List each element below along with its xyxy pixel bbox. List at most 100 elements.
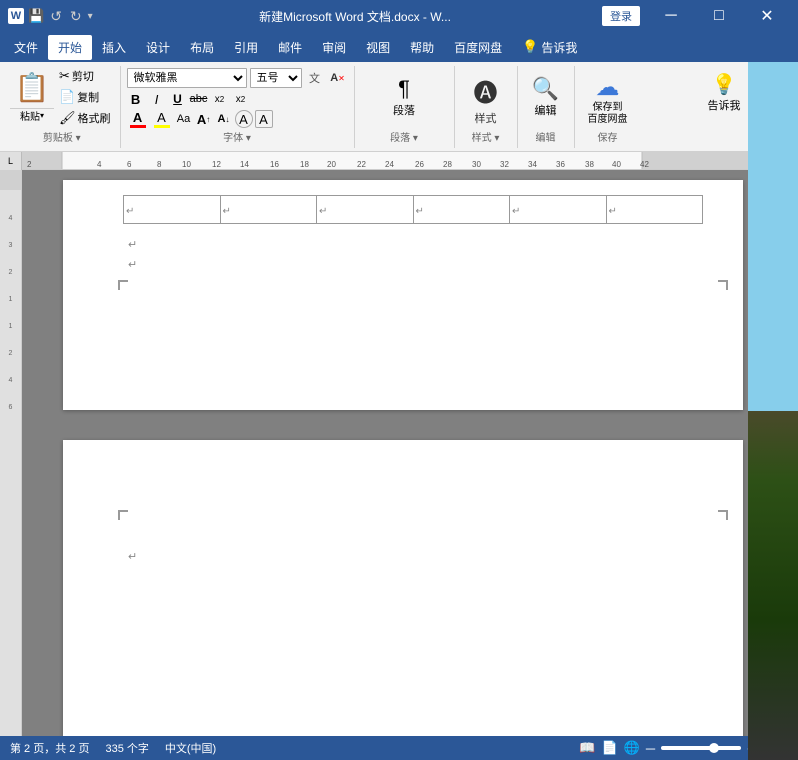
menu-baidu[interactable]: 百度网盘: [444, 35, 512, 60]
wen-icon-btn[interactable]: 文: [305, 68, 325, 88]
zoom-minus-button[interactable]: ─: [646, 741, 655, 756]
format-painter-icon: 🖌: [59, 110, 76, 126]
redo-quick-btn[interactable]: ↻: [68, 8, 84, 25]
table-cell[interactable]: ↵: [413, 196, 510, 224]
char-border-button[interactable]: A: [255, 110, 273, 128]
font-size-decrease-button[interactable]: A↓: [215, 110, 233, 128]
underline-button[interactable]: U: [169, 90, 187, 108]
highlight-button[interactable]: A: [151, 110, 173, 128]
maximize-button[interactable]: □: [696, 0, 742, 32]
table-cell[interactable]: ↵: [317, 196, 414, 224]
font-size-increase-button[interactable]: A↑: [195, 110, 213, 128]
menu-home[interactable]: 开始: [48, 35, 92, 60]
styles-icon: 🅐: [474, 73, 498, 108]
close-button[interactable]: ✕: [744, 0, 790, 32]
menu-mailing[interactable]: 邮件: [268, 35, 312, 60]
editing-label: 编辑: [535, 102, 557, 118]
highlight-icon: A: [157, 110, 166, 125]
save-group-label: 保存: [575, 129, 641, 144]
zoom-slider[interactable]: [661, 746, 741, 750]
table-cell[interactable]: ↵: [606, 196, 703, 224]
superscript-button[interactable]: x2: [232, 90, 250, 108]
page2-para-mark: ↵: [128, 550, 137, 563]
menu-design[interactable]: 设计: [136, 35, 180, 60]
web-view-icon[interactable]: 🌐: [624, 740, 640, 756]
styles-group-label[interactable]: 样式: [455, 129, 517, 144]
window-controls: ─ □ ✕: [648, 0, 790, 32]
paste-arrow-icon: ▾: [40, 111, 44, 120]
undo-quick-btn[interactable]: ↺: [48, 8, 64, 25]
read-view-icon[interactable]: 📖: [579, 740, 595, 756]
minimize-icon: ─: [665, 7, 676, 25]
cut-button[interactable]: ✂ 剪切: [56, 66, 114, 86]
menu-file[interactable]: 文件: [4, 35, 48, 60]
font-color-icon: A: [133, 110, 142, 125]
format-painter-button[interactable]: 🖌 格式刷: [56, 108, 114, 128]
font-size-select[interactable]: 五号: [250, 68, 302, 88]
paste-split-button[interactable]: 📋 粘贴 ▾: [10, 66, 54, 122]
document-scroll[interactable]: ↵ ↵ ↵ ↵ ↵ ↵: [22, 170, 784, 736]
login-button[interactable]: 登录: [602, 6, 640, 26]
copy-button[interactable]: 📄 复制: [56, 87, 114, 107]
menu-help[interactable]: 帮助: [400, 35, 444, 60]
format-painter-label: 格式刷: [78, 110, 111, 126]
table-cell[interactable]: ↵: [220, 196, 317, 224]
lightbulb-icon: 💡: [522, 39, 538, 55]
cut-icon: ✂: [59, 68, 70, 84]
menu-tell[interactable]: 💡 告诉我: [512, 35, 587, 60]
clear-format-button[interactable]: A ✕: [328, 68, 348, 88]
styles-button[interactable]: 🅐 样式: [461, 68, 511, 130]
strikethrough-button[interactable]: abc: [190, 90, 208, 108]
customize-quick-access[interactable]: ▾: [88, 11, 93, 22]
editing-button[interactable]: 🔍 编辑: [524, 66, 568, 128]
bold-button[interactable]: B: [127, 90, 145, 108]
table-cell[interactable]: ↵: [510, 196, 607, 224]
font-family-select[interactable]: 微软雅黑: [127, 68, 247, 88]
vertical-ruler-numbers: 4 3 2 1 1 2 4 6: [0, 190, 21, 411]
paragraph-button[interactable]: ¶ 段落: [359, 66, 449, 128]
menu-view[interactable]: 视图: [356, 35, 400, 60]
wen-icon: 文: [309, 70, 320, 86]
margin-mark-tl: [118, 280, 128, 290]
menu-insert[interactable]: 插入: [92, 35, 136, 60]
word-logo: W: [11, 10, 21, 22]
baidu-save-button[interactable]: ☁ 保存到百度网盘: [581, 68, 635, 130]
zoom-thumb[interactable]: [709, 743, 719, 753]
minimize-button[interactable]: ─: [648, 0, 694, 32]
font-group-label[interactable]: 字体: [121, 129, 354, 144]
ruler-area: L 2 4 6 8 10 12 14 16 18 20 22 24 26: [0, 152, 798, 170]
menu-reference[interactable]: 引用: [224, 35, 268, 60]
page-gap: [22, 420, 784, 430]
special-char-button[interactable]: A: [235, 110, 253, 128]
italic-button[interactable]: I: [148, 90, 166, 108]
status-bar: 第 2 页，共 2 页 335 个字 中文(中国) 📖 📄 🌐 ─ + 110%: [0, 736, 798, 760]
menu-layout[interactable]: 布局: [180, 35, 224, 60]
para-mark-cell: ↵: [317, 204, 329, 219]
font-color-bar: [130, 125, 146, 128]
paragraph-group: ¶ 段落 段落: [355, 66, 455, 148]
font-color-button[interactable]: A: [127, 110, 149, 128]
ruler-numbers: 2 4 6 8 10 12 14 16 18 20 22 24 26 28 30…: [22, 152, 798, 169]
page-1: ↵ ↵ ↵ ↵ ↵ ↵: [63, 180, 743, 410]
paste-button[interactable]: 📋: [10, 66, 54, 108]
print-view-icon[interactable]: 📄: [601, 740, 617, 756]
styles-content: 🅐 样式: [461, 68, 511, 130]
styles-label: 样式: [475, 110, 497, 126]
page2-margin-tr: [718, 510, 728, 520]
clipboard-label[interactable]: 剪贴板: [4, 129, 120, 144]
save-group: ☁ 保存到百度网盘 保存: [575, 66, 641, 148]
case-button[interactable]: Aa: [175, 110, 193, 128]
subscript-button[interactable]: x2: [211, 90, 229, 108]
table-cell[interactable]: ↵: [124, 196, 221, 224]
tell-button[interactable]: 💡 告诉我: [704, 62, 744, 144]
save-quick-icon[interactable]: 💾: [28, 8, 44, 24]
cut-copy-area: ✂ 剪切 📄 复制 🖌 格式刷: [56, 66, 114, 128]
ruler-corner[interactable]: L: [0, 152, 22, 170]
background-scenery: [748, 62, 798, 760]
editing-group: 🔍 编辑 编辑: [518, 66, 575, 148]
paragraph-group-label[interactable]: 段落: [355, 129, 454, 144]
title-bar-left: W 💾 ↺ ↻ ▾: [8, 8, 108, 25]
paste-dropdown[interactable]: 粘贴 ▾: [10, 108, 54, 122]
margin-mark-tr: [718, 280, 728, 290]
menu-review[interactable]: 审阅: [312, 35, 356, 60]
